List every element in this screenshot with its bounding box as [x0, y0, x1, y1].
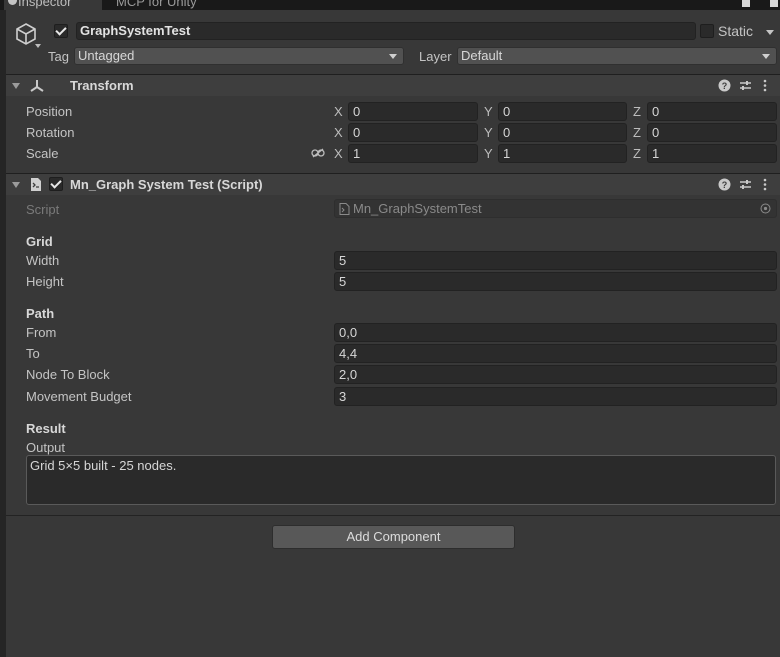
node-to-block-field[interactable]: 2,0 [334, 365, 777, 384]
tag-label: Tag [48, 49, 69, 64]
rotation-y-axis[interactable]: Y [484, 125, 493, 140]
svg-text:?: ? [722, 180, 728, 190]
foldout-arrow-icon[interactable] [12, 182, 20, 188]
position-y-field[interactable]: 0 [498, 102, 627, 121]
script-icon [31, 178, 41, 191]
transform-header[interactable]: Transform ? [6, 74, 780, 96]
script-component-header[interactable]: Mn_Graph System Test (Script) ? [6, 173, 780, 195]
component-divider [6, 515, 780, 516]
script-component-title: Mn_Graph System Test (Script) [70, 177, 263, 192]
more-options-icon[interactable] [762, 178, 768, 191]
gameobject-cube-icon[interactable] [14, 22, 38, 46]
help-icon[interactable]: ? [718, 178, 731, 191]
width-label: Width [26, 253, 60, 268]
transform-title: Transform [70, 78, 134, 93]
more-options-icon[interactable] [762, 79, 768, 92]
layer-value: Default [461, 48, 503, 63]
scale-x-field[interactable]: 1 [348, 144, 478, 163]
scale-z-axis[interactable]: Z [633, 146, 641, 161]
rotation-label: Rotation [26, 125, 75, 140]
layer-dropdown[interactable]: Default [457, 47, 777, 65]
rotation-z-field[interactable]: 0 [647, 123, 777, 142]
script-reference-field[interactable]: Mn_GraphSystemTest [334, 199, 777, 218]
script-reference-value: Mn_GraphSystemTest [353, 201, 482, 216]
static-checkbox[interactable] [700, 24, 714, 38]
scale-y-axis[interactable]: Y [484, 146, 493, 161]
position-x-axis[interactable]: X [334, 104, 343, 119]
presets-icon[interactable] [739, 178, 752, 191]
add-component-button[interactable]: Add Component [272, 525, 515, 549]
movement-budget-field[interactable]: 3 [334, 387, 777, 406]
position-x-field[interactable]: 0 [348, 102, 478, 121]
grid-section-header: Grid [26, 234, 53, 249]
maximize-icon[interactable] [742, 0, 750, 7]
scale-z-field[interactable]: 1 [647, 144, 777, 163]
chevron-down-icon [762, 54, 770, 59]
window-tab-bar: Inspector MCP for Unity [0, 0, 780, 10]
presets-icon[interactable] [739, 79, 752, 92]
layer-label: Layer [419, 49, 452, 64]
rotation-x-field[interactable]: 0 [348, 123, 478, 142]
position-y-axis[interactable]: Y [484, 104, 493, 119]
gameobject-name-field[interactable]: GraphSystemTest [76, 22, 696, 40]
tag-value: Untagged [78, 48, 135, 63]
rotation-z-axis[interactable]: Z [633, 125, 641, 140]
constrain-proportions-icon[interactable] [311, 148, 325, 158]
rotation-x-axis[interactable]: X [334, 125, 343, 140]
to-label: To [26, 346, 40, 361]
output-textarea[interactable]: Grid 5×5 built - 25 nodes. [26, 455, 776, 505]
info-icon [8, 0, 17, 5]
gameobject-active-checkbox[interactable] [54, 24, 68, 38]
inspector-panel: GraphSystemTest Static Tag Untagged Laye… [6, 10, 780, 657]
scale-label: Scale [26, 146, 59, 161]
tab-inspector[interactable]: Inspector [4, 0, 102, 10]
help-icon[interactable]: ? [718, 79, 731, 92]
script-enabled-checkbox[interactable] [49, 177, 63, 191]
svg-text:?: ? [722, 81, 728, 91]
scale-y-field[interactable]: 1 [498, 144, 627, 163]
static-label: Static [718, 23, 754, 39]
node-to-block-label: Node To Block [26, 367, 110, 382]
position-label: Position [26, 104, 73, 119]
path-section-header: Path [26, 306, 55, 321]
tag-dropdown[interactable]: Untagged [74, 47, 404, 65]
object-picker-icon[interactable] [760, 203, 771, 214]
static-dropdown-arrow[interactable] [766, 30, 774, 35]
close-icon[interactable] [770, 0, 778, 7]
height-field[interactable]: 5 [334, 272, 777, 291]
script-file-icon [339, 203, 350, 215]
output-label: Output [26, 440, 66, 455]
width-field[interactable]: 5 [334, 251, 777, 270]
result-section-header: Result [26, 421, 66, 436]
scale-x-axis[interactable]: X [334, 146, 343, 161]
icon-dropdown-arrow[interactable] [35, 44, 41, 48]
from-field[interactable]: 0,0 [334, 323, 777, 342]
height-label: Height [26, 274, 64, 289]
transform-icon [30, 80, 44, 92]
position-z-field[interactable]: 0 [647, 102, 777, 121]
foldout-arrow-icon[interactable] [12, 83, 20, 89]
from-label: From [26, 325, 57, 340]
to-field[interactable]: 4,4 [334, 344, 777, 363]
rotation-y-field[interactable]: 0 [498, 123, 627, 142]
tab-mcp-for-unity[interactable]: MCP for Unity [110, 0, 220, 10]
script-label: Script [26, 202, 60, 217]
chevron-down-icon [389, 54, 397, 59]
position-z-axis[interactable]: Z [633, 104, 641, 119]
movement-budget-label: Movement Budget [26, 389, 132, 404]
